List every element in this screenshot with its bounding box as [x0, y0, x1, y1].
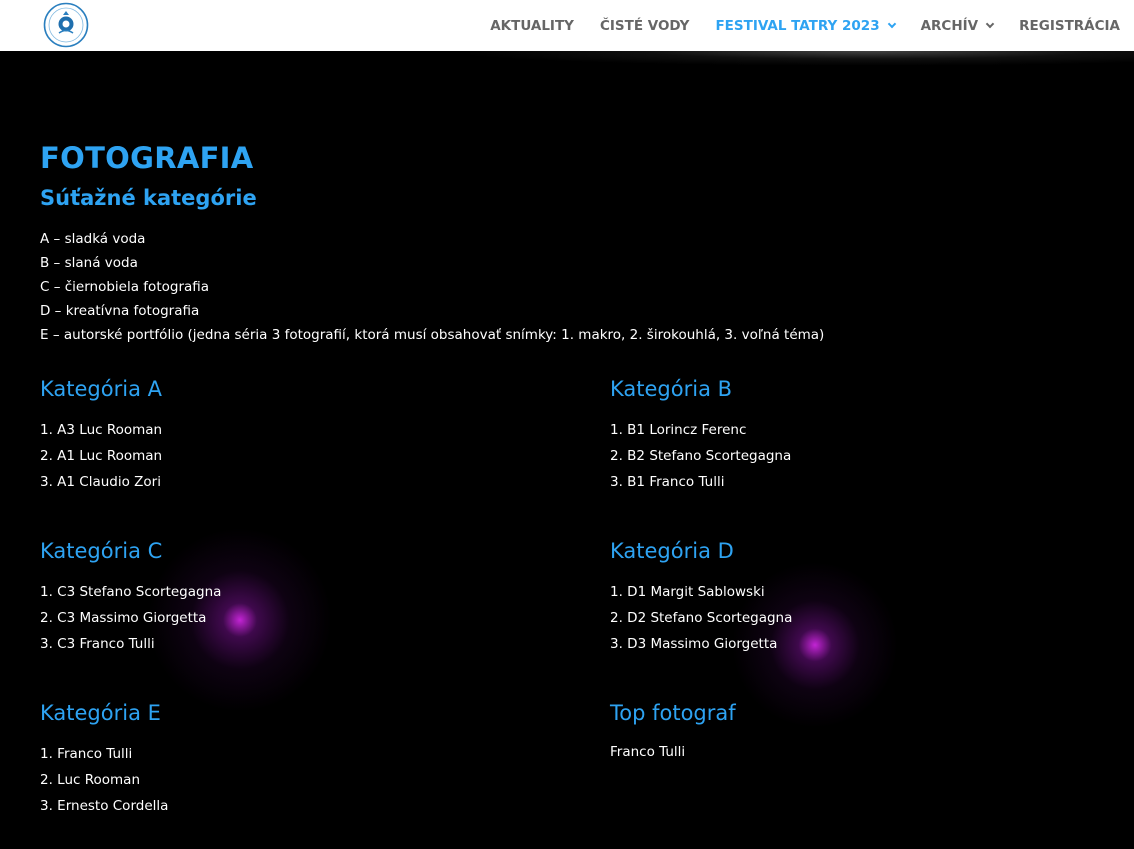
nav-label: AKTUALITY — [490, 17, 574, 34]
nav-item-ciste-vody[interactable]: ČISTÉ VODY — [600, 18, 689, 34]
results-heading: Kategória E — [40, 701, 161, 725]
results-heading: Top fotograf — [610, 701, 736, 725]
nav-label: FESTIVAL TATRY 2023 — [715, 17, 880, 34]
site-logo[interactable] — [42, 2, 90, 48]
result-item: Franco Tulli — [610, 744, 686, 760]
nav-item-festival-tatry-2023[interactable]: FESTIVAL TATRY 2023 — [715, 17, 896, 34]
category-item: B – slaná voda — [40, 255, 138, 271]
result-item: 3. C3 Franco Tulli — [40, 636, 155, 652]
results-heading: Kategória B — [610, 377, 733, 401]
nav-item-aktuality[interactable]: AKTUALITY — [490, 18, 574, 34]
results-category-c: Kategória C 1. C3 Stefano Scortegagna 2.… — [40, 537, 520, 657]
result-item: 1. C3 Stefano Scortegagna — [40, 584, 222, 600]
result-item: 2. D2 Stefano Scortegagna — [610, 610, 793, 626]
site-header: AKTUALITY ČISTÉ VODY FESTIVAL TATRY 2023… — [0, 0, 1134, 51]
chevron-down-icon — [985, 19, 995, 28]
nav-label: ARCHÍV — [920, 17, 979, 34]
results-heading: Kategória A — [40, 377, 162, 401]
result-item: 3. Ernesto Cordella — [40, 798, 169, 814]
result-item: 2. B2 Stefano Scortegagna — [610, 448, 792, 464]
result-item: 1. Franco Tulli — [40, 746, 133, 762]
category-item: A – sladká voda — [40, 231, 146, 247]
results-category-e: Kategória E 1. Franco Tulli 2. Luc Rooma… — [40, 699, 520, 819]
category-item: D – kreatívna fotografia — [40, 303, 200, 319]
category-item: C – čiernobiela fotografia — [40, 279, 210, 295]
result-item: 2. Luc Rooman — [40, 772, 140, 788]
results-category-b: Kategória B 1. B1 Lorincz Ferenc 2. B2 S… — [610, 375, 1090, 495]
chevron-down-icon — [887, 19, 896, 28]
results-category-a: Kategória A 1. A3 Luc Rooman 2. A1 Luc R… — [40, 375, 520, 495]
category-list: A – sladká voda B – slaná voda C – čiern… — [40, 227, 824, 347]
nav-item-archiv[interactable]: ARCHÍV — [920, 17, 995, 34]
results-category-d: Kategória D 1. D1 Margit Sablowski 2. D2… — [610, 537, 1090, 657]
results-heading: Kategória D — [610, 539, 734, 563]
nav-label: REGISTRÁCIA — [1019, 17, 1120, 34]
header-shadow — [470, 51, 1134, 65]
main-nav: AKTUALITY ČISTÉ VODY FESTIVAL TATRY 2023… — [464, 0, 1120, 51]
section-subtitle: Súťažné kategórie — [40, 186, 257, 210]
result-item: 3. B1 Franco Tulli — [610, 474, 725, 490]
result-item: 1. A3 Luc Rooman — [40, 422, 163, 438]
result-item: 1. B1 Lorincz Ferenc — [610, 422, 747, 438]
result-item: 3. D3 Massimo Giorgetta — [610, 636, 778, 652]
nav-label: ČISTÉ VODY — [599, 17, 690, 34]
category-item: E – autorské portfólio (jedna séria 3 fo… — [40, 327, 825, 343]
page-title: FOTOGRAFIA — [40, 141, 254, 175]
results-heading: Kategória C — [40, 539, 163, 563]
result-item: 3. A1 Claudio Zori — [40, 474, 161, 490]
result-item: 2. A1 Luc Rooman — [40, 448, 163, 464]
result-item: 1. D1 Margit Sablowski — [610, 584, 765, 600]
result-item: 2. C3 Massimo Giorgetta — [40, 610, 207, 626]
nav-item-registracia[interactable]: REGISTRÁCIA — [1019, 18, 1120, 34]
results-top-photographer: Top fotograf Franco Tulli — [610, 699, 1090, 765]
